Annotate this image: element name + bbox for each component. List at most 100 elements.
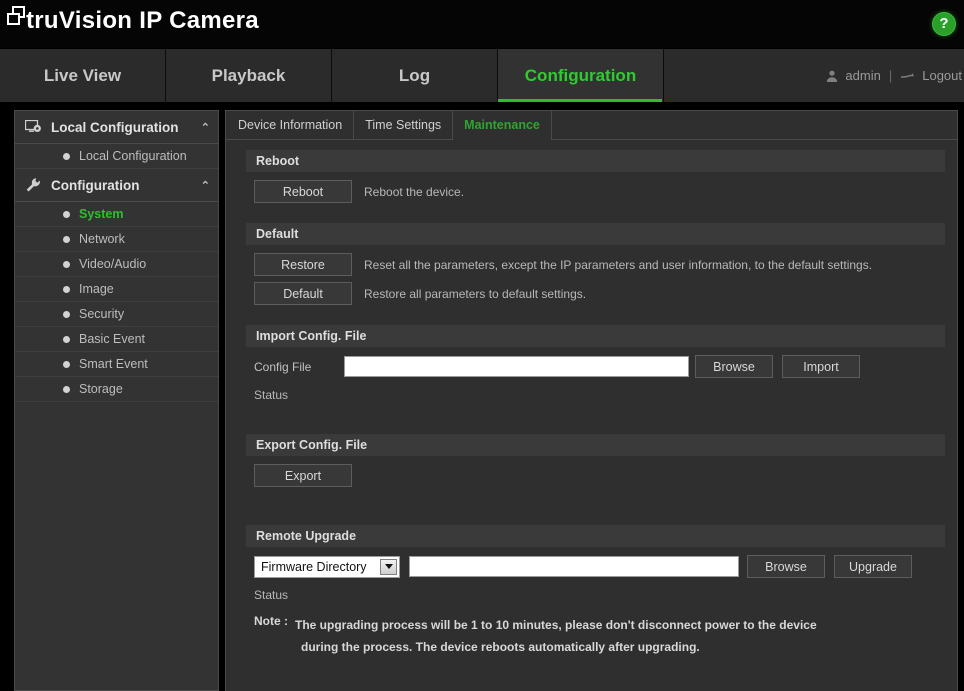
- main-navigation: Live View Playback Log Configuration adm…: [0, 48, 964, 102]
- person-icon: [825, 69, 839, 83]
- section-reboot: Reboot Reboot Reboot the device.: [246, 150, 945, 219]
- upgrade-note: Note : The upgrading process will be 1 t…: [254, 614, 945, 658]
- sidebar-item-label: Smart Event: [79, 357, 148, 371]
- config-file-input[interactable]: [344, 356, 689, 377]
- chevron-up-icon[interactable]: ⌃: [201, 179, 210, 192]
- section-title: Reboot: [246, 150, 945, 172]
- sidebar-item-label: Network: [79, 232, 125, 246]
- tab-device-information[interactable]: Device Information: [227, 111, 355, 139]
- body-area: Local Configuration ⌃ Local Configuratio…: [0, 102, 964, 691]
- sidebar-item-local-configuration[interactable]: Local Configuration: [15, 144, 218, 169]
- note-line-1: The upgrading process will be 1 to 10 mi…: [295, 618, 817, 632]
- bullet-icon: [63, 152, 70, 160]
- section-import-config-file: Import Config. File Config File Browse I…: [246, 325, 945, 412]
- content-tabstrip: Device Information Time Settings Mainten…: [226, 111, 957, 140]
- sidebar-item-image[interactable]: Image: [15, 277, 218, 302]
- sidebar-item-smart-event[interactable]: Smart Event: [15, 352, 218, 377]
- sidebar-group-label: Configuration: [51, 177, 140, 193]
- brand-suffix: IP Camera: [139, 7, 259, 34]
- section-title: Import Config. File: [246, 325, 945, 347]
- tab-label: Device Information: [238, 118, 343, 132]
- content-panel: Device Information Time Settings Mainten…: [225, 110, 958, 691]
- app-window: truVision IP Camera ? Live View Playback …: [0, 0, 964, 691]
- sidebar-item-security[interactable]: Security: [15, 302, 218, 327]
- sidebar-item-label: Local Configuration: [79, 149, 187, 163]
- reboot-description: Reboot the device.: [364, 184, 465, 199]
- sidebar-item-label: Image: [79, 282, 114, 296]
- nav-tab-live-view[interactable]: Live View: [0, 49, 166, 102]
- section-remote-upgrade: Remote Upgrade Firmware Directory Browse…: [246, 525, 945, 668]
- bullet-icon: [63, 385, 70, 393]
- sidebar-item-label: Video/Audio: [79, 257, 147, 271]
- import-status-label: Status: [254, 388, 289, 402]
- nav-tab-label: Log: [398, 65, 431, 85]
- sidebar-item-network[interactable]: Network: [15, 227, 218, 252]
- brand-title: truVision IP Camera: [26, 8, 259, 34]
- note-line-2: during the process. The device reboots a…: [301, 640, 700, 654]
- nav-tab-label: Configuration: [524, 65, 637, 85]
- restore-description: Reset all the parameters, except the IP …: [364, 257, 873, 272]
- bullet-icon: [63, 285, 70, 293]
- username-label: admin: [845, 68, 881, 83]
- bullet-icon: [63, 310, 70, 318]
- restore-button[interactable]: Restore: [254, 253, 352, 276]
- maintenance-panel: Reboot Reboot Reboot the device. Default…: [226, 140, 957, 691]
- sidebar: Local Configuration ⌃ Local Configuratio…: [14, 110, 219, 691]
- sidebar-item-label: System: [79, 207, 124, 221]
- sidebar-item-label: Basic Event: [79, 332, 146, 346]
- import-button[interactable]: Import: [782, 355, 860, 378]
- sidebar-item-storage[interactable]: Storage: [15, 377, 218, 402]
- chevron-up-icon[interactable]: ⌃: [201, 121, 210, 134]
- section-export-config-file: Export Config. File Export: [246, 434, 945, 503]
- nav-tab-playback[interactable]: Playback: [166, 49, 332, 102]
- tab-maintenance[interactable]: Maintenance: [453, 111, 552, 140]
- bullet-icon: [63, 210, 70, 218]
- logout-label[interactable]: Logout: [922, 68, 962, 83]
- sidebar-item-system[interactable]: System: [15, 202, 218, 227]
- bullet-icon: [63, 260, 70, 268]
- reboot-button[interactable]: Reboot: [254, 180, 352, 203]
- chevron-down-icon[interactable]: [380, 558, 397, 575]
- import-browse-button[interactable]: Browse: [695, 355, 773, 378]
- sidebar-group-configuration[interactable]: Configuration ⌃: [15, 169, 218, 202]
- brand-prefix: truVision: [26, 7, 133, 34]
- upgrade-button[interactable]: Upgrade: [834, 555, 912, 578]
- overlapping-squares-logo-icon: [6, 4, 28, 34]
- session-divider: |: [888, 68, 893, 83]
- section-title: Export Config. File: [246, 434, 945, 456]
- logout-arrow-icon[interactable]: [900, 70, 916, 82]
- note-key: Note :: [254, 614, 288, 628]
- sidebar-group-label: Local Configuration: [51, 119, 179, 135]
- default-description: Restore all parameters to default settin…: [364, 286, 587, 301]
- upgrade-browse-button[interactable]: Browse: [747, 555, 825, 578]
- sidebar-item-video-audio[interactable]: Video/Audio: [15, 252, 218, 277]
- nav-tab-log[interactable]: Log: [332, 49, 498, 102]
- firmware-path-input[interactable]: [409, 556, 739, 577]
- sidebar-group-local-configuration[interactable]: Local Configuration ⌃: [15, 111, 218, 144]
- nav-tab-configuration[interactable]: Configuration: [498, 49, 664, 102]
- section-default: Default Restore Reset all the parameters…: [246, 223, 945, 321]
- help-icon[interactable]: ?: [932, 12, 956, 36]
- sidebar-item-label: Security: [79, 307, 125, 321]
- sidebar-item-basic-event[interactable]: Basic Event: [15, 327, 218, 352]
- nav-tab-label: Live View: [43, 65, 122, 85]
- monitor-gear-icon: [25, 119, 45, 135]
- bullet-icon: [63, 235, 70, 243]
- export-button[interactable]: Export: [254, 464, 352, 487]
- tab-time-settings[interactable]: Time Settings: [354, 111, 454, 139]
- bullet-icon: [63, 360, 70, 368]
- config-file-label: Config File: [254, 359, 312, 374]
- sidebar-item-label: Storage: [79, 382, 123, 396]
- masthead: truVision IP Camera ?: [0, 0, 964, 48]
- firmware-source-select[interactable]: Firmware Directory: [254, 555, 400, 578]
- bullet-icon: [63, 335, 70, 343]
- user-session-area: admin | Logout: [664, 49, 964, 102]
- upgrade-status-label: Status: [254, 588, 289, 602]
- section-title: Remote Upgrade: [246, 525, 945, 547]
- tabstrip-filler: [552, 111, 957, 139]
- tab-label: Time Settings: [365, 118, 442, 132]
- brand-logo: truVision IP Camera: [6, 4, 259, 34]
- default-button[interactable]: Default: [254, 282, 352, 305]
- tab-label: Maintenance: [464, 118, 540, 132]
- wrench-icon: [25, 177, 45, 193]
